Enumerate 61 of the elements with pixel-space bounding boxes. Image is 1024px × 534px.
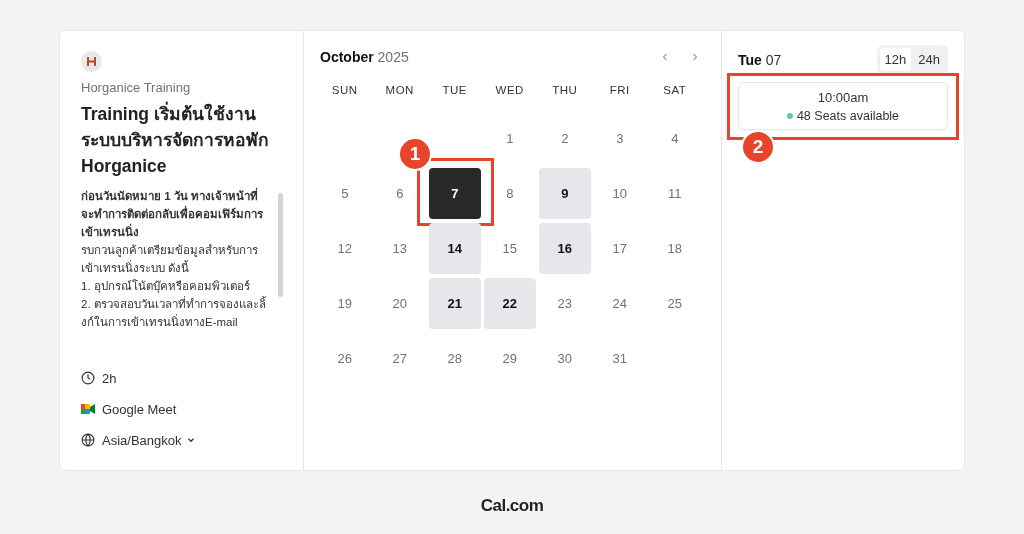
calendar-day[interactable]: 21 (429, 277, 481, 329)
video-camera-icon (81, 403, 95, 415)
calendar-day[interactable]: 4 (649, 112, 701, 164)
brand-logo: Cal.com (480, 496, 544, 516)
slot-time: 10:00am (817, 90, 869, 105)
calendar-day[interactable]: 7 (429, 167, 481, 219)
event-title: Training เริ่มต้นใช้งานระบบบริหารจัดการหอพัก Horganice (81, 101, 283, 179)
detail-text: Google Meet (102, 401, 177, 417)
weekday-label: THU (551, 83, 579, 98)
calendar-day[interactable]: 12 (319, 222, 371, 274)
calendar-day[interactable]: 20 (374, 277, 426, 329)
calendar-day[interactable]: 3 (594, 112, 646, 164)
weekday-label: WED (494, 83, 525, 98)
description-text: รบกวนลูกค้าเตรียมข้อมูลสำหรับการเข้าเทรนนิ่งระบบ ดังนี้ (81, 243, 259, 276)
calendar-day[interactable]: 26 (319, 332, 371, 384)
calendar-day[interactable]: 17 (594, 222, 646, 274)
calendar-day[interactable]: 23 (539, 277, 591, 329)
weekday-label: TUE (441, 83, 468, 98)
calendar-day[interactable]: 19 (319, 277, 371, 329)
calendar-day[interactable]: 27 (374, 332, 426, 384)
calendar-day[interactable]: 1 (484, 112, 536, 164)
weekday-label: MON (384, 83, 415, 98)
scrollbar[interactable] (278, 193, 283, 297)
calendar-day[interactable]: 15 (484, 222, 536, 274)
calendar-day[interactable]: 30 (539, 332, 591, 384)
organizer-name: Horganice Training (81, 80, 192, 95)
weekday-label: SUN (330, 83, 359, 98)
calendar-day[interactable]: 25 (649, 277, 701, 329)
calendar-day[interactable]: 14 (429, 222, 481, 274)
selected-date: Tue 07 (738, 51, 782, 68)
step-badge: 1 (398, 136, 432, 171)
calendar-day[interactable]: 18 (649, 222, 701, 274)
detail-text: 2h (102, 370, 117, 386)
description-text: 1. อุปกรณ์โน้ตบุ๊คหรือคอมพิวเตอร์ (81, 278, 251, 295)
calendar-day[interactable]: 10 (594, 167, 646, 219)
timezone-select[interactable]: Asia/Bangkok (102, 432, 196, 448)
calendar-day[interactable]: 8 (484, 167, 536, 219)
calendar-day[interactable]: 22 (484, 277, 536, 329)
globe-icon (81, 433, 95, 447)
step-badge: 2 (741, 130, 775, 164)
calendar-day[interactable]: 28 (429, 332, 481, 384)
description-text: ก่อนวันนัดหมาย 1 วัน ทางเจ้าหน้าที่จะทำการติดต่อกลับเพื่อคอมเฟิร์มการเข้าเทรนนิ่ง (81, 187, 270, 241)
calendar-day[interactable]: 5 (319, 167, 371, 219)
calendar-day[interactable]: 9 (539, 167, 591, 219)
description-text: 2. ตรวจสอบวันเวลาที่ทำการจองและลิ้งก์ในการเข้าเทรนนิ่งทางE-mail (81, 295, 267, 330)
time-format-option[interactable]: 24h (913, 48, 945, 71)
seats-text: 48 Seats available (796, 109, 900, 123)
calendar-day[interactable]: 13 (374, 222, 426, 274)
calendar-day[interactable]: 11 (649, 167, 701, 219)
calendar-day[interactable]: 2 (539, 112, 591, 164)
calendar-day[interactable]: 29 (484, 332, 536, 384)
clock-icon (81, 371, 95, 385)
time-format-option[interactable]: 12h (879, 48, 912, 71)
calendar-day[interactable]: 16 (539, 222, 591, 274)
calendar-day[interactable]: 24 (594, 277, 646, 329)
month-title: October 2025 (320, 49, 409, 65)
weekday-label: SAT (662, 83, 688, 98)
weekday-label: FRI (608, 83, 631, 98)
logo-icon (87, 57, 96, 66)
calendar-day[interactable]: 31 (594, 332, 646, 384)
time-slot[interactable]: 10:00am 48 Seats available (738, 82, 948, 130)
